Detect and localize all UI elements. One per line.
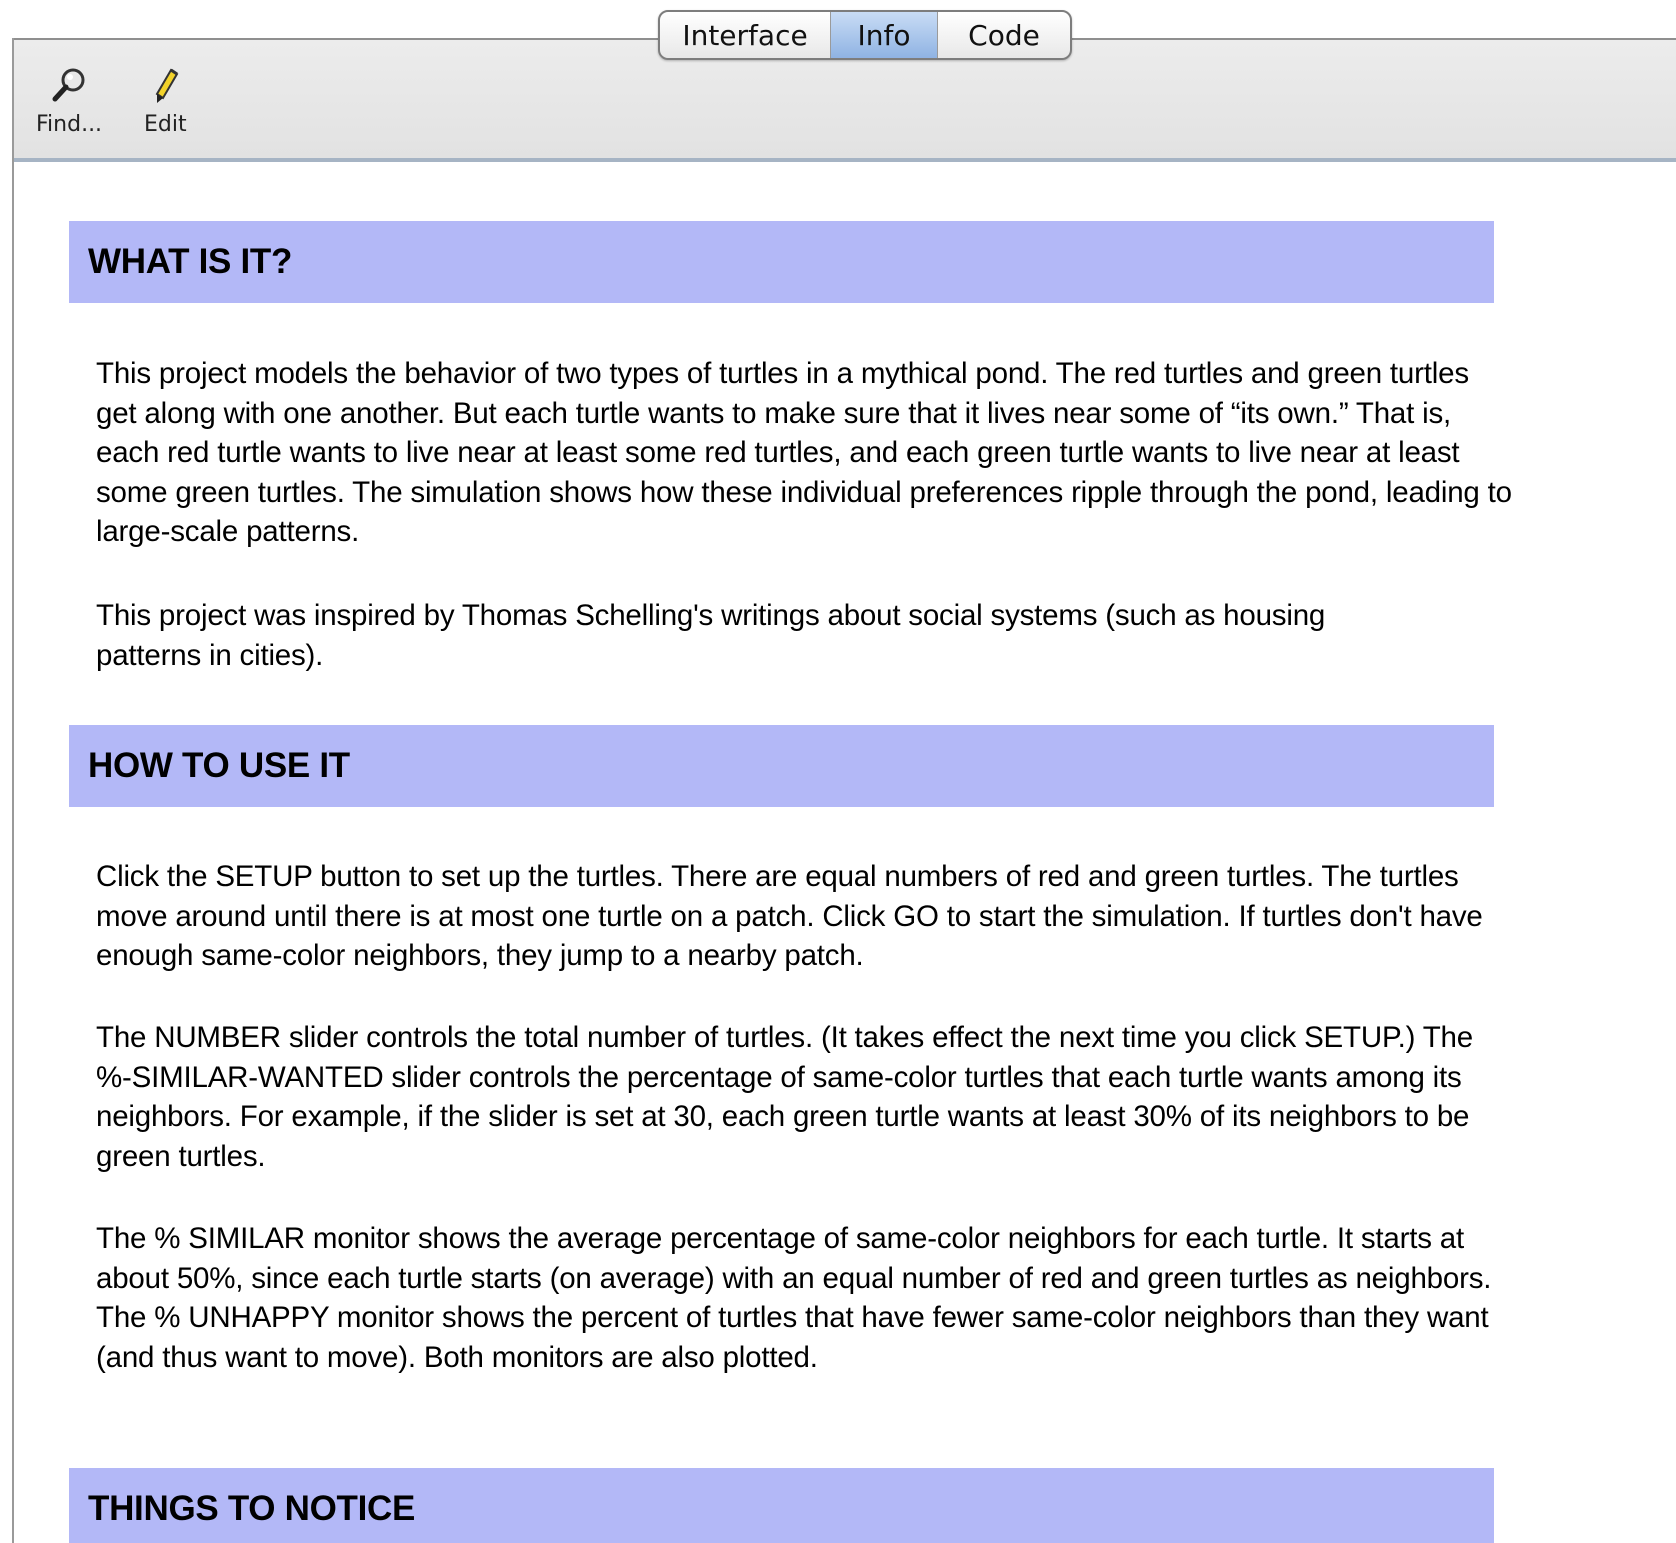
edit-label: Edit [144,112,187,137]
paragraph: Click the SETUP button to set up the tur… [96,860,1483,972]
netlogo-window: Interface Info Code Find... Edit WHAT IS… [0,0,1676,1543]
magnifier-icon [52,68,85,102]
find-label: Find... [36,112,103,137]
section-heading-what-is-it: WHAT IS IT? [69,221,1494,303]
paragraph: The % SIMILAR monitor shows the average … [96,1222,1492,1374]
tab-bar: Interface Info Code [658,10,1072,60]
section-heading-how-to-use-it: HOW TO USE IT [69,725,1494,807]
tab-interface[interactable]: Interface [660,12,831,58]
paragraph: This project models the behavior of two … [96,357,1512,548]
pencil-icon [155,68,179,103]
paragraph: The NUMBER slider controls the total num… [96,1021,1473,1173]
find-button[interactable]: Find... [36,66,102,137]
section-heading-things-to-notice: THINGS TO NOTICE [69,1468,1494,1543]
edit-button[interactable]: Edit [144,66,187,137]
tab-code[interactable]: Code [938,12,1070,58]
heading-text: WHAT IS IT? [88,242,293,281]
tab-info[interactable]: Info [831,12,938,58]
heading-text: THINGS TO NOTICE [88,1489,416,1528]
paragraph: This project was inspired by Thomas Sche… [96,599,1326,672]
info-content[interactable]: WHAT IS IT? This project models the beha… [14,162,1676,1543]
heading-text: HOW TO USE IT [88,746,350,785]
